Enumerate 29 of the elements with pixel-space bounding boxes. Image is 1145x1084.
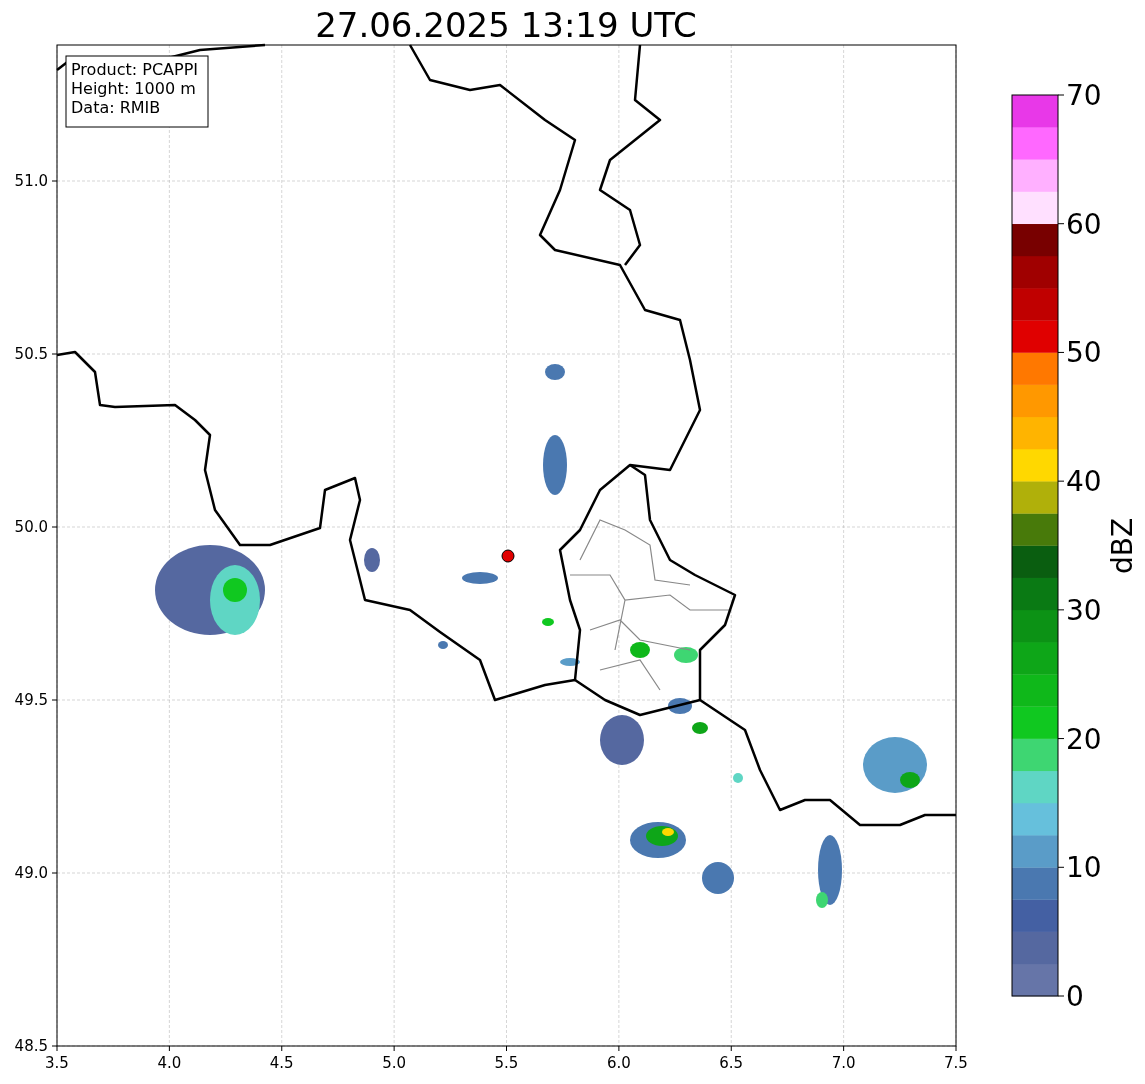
info-text: Height: 1000 m [71, 79, 196, 98]
y-tick-label: 49.0 [14, 864, 48, 882]
colorbar-tick-label: 10 [1066, 851, 1102, 885]
x-tick-label: 4.5 [269, 1054, 294, 1072]
colorbar-tick-label: 40 [1066, 465, 1102, 499]
radar-site-marker [501, 549, 515, 563]
y-tick-label: 48.5 [14, 1037, 48, 1055]
chart-title: 27.06.2025 13:19 UTC [315, 5, 697, 45]
x-tick-label: 6.0 [606, 1054, 631, 1072]
x-tick-label: 3.5 [45, 1054, 69, 1072]
x-tick-label: 4.0 [157, 1054, 182, 1072]
colorbar-tick-label: 60 [1066, 207, 1102, 241]
colorbar-tick-label: 0 [1066, 980, 1084, 1013]
y-tick-label: 49.5 [14, 691, 48, 709]
colorbar-tick-label: 50 [1066, 336, 1102, 370]
y-tick-label: 50.0 [14, 518, 48, 536]
colorbar-label: dBZ [1106, 517, 1139, 575]
info-text: Product: PCAPPI [71, 60, 198, 79]
y-tick-label: 51.0 [14, 172, 48, 190]
y-tick-label: 50.5 [14, 345, 48, 363]
x-tick-label: 5.0 [382, 1054, 407, 1072]
x-tick-label: 6.5 [719, 1054, 744, 1072]
colorbar-tick-label: 20 [1066, 722, 1102, 756]
x-tick-label: 5.5 [494, 1054, 519, 1072]
colorbar-tick-label: 70 [1066, 79, 1102, 112]
info-text: Data: RMIB [71, 98, 161, 117]
x-tick-label: 7.5 [944, 1054, 968, 1072]
x-tick-label: 7.0 [831, 1054, 856, 1072]
colorbar-tick-label: 30 [1066, 593, 1102, 627]
